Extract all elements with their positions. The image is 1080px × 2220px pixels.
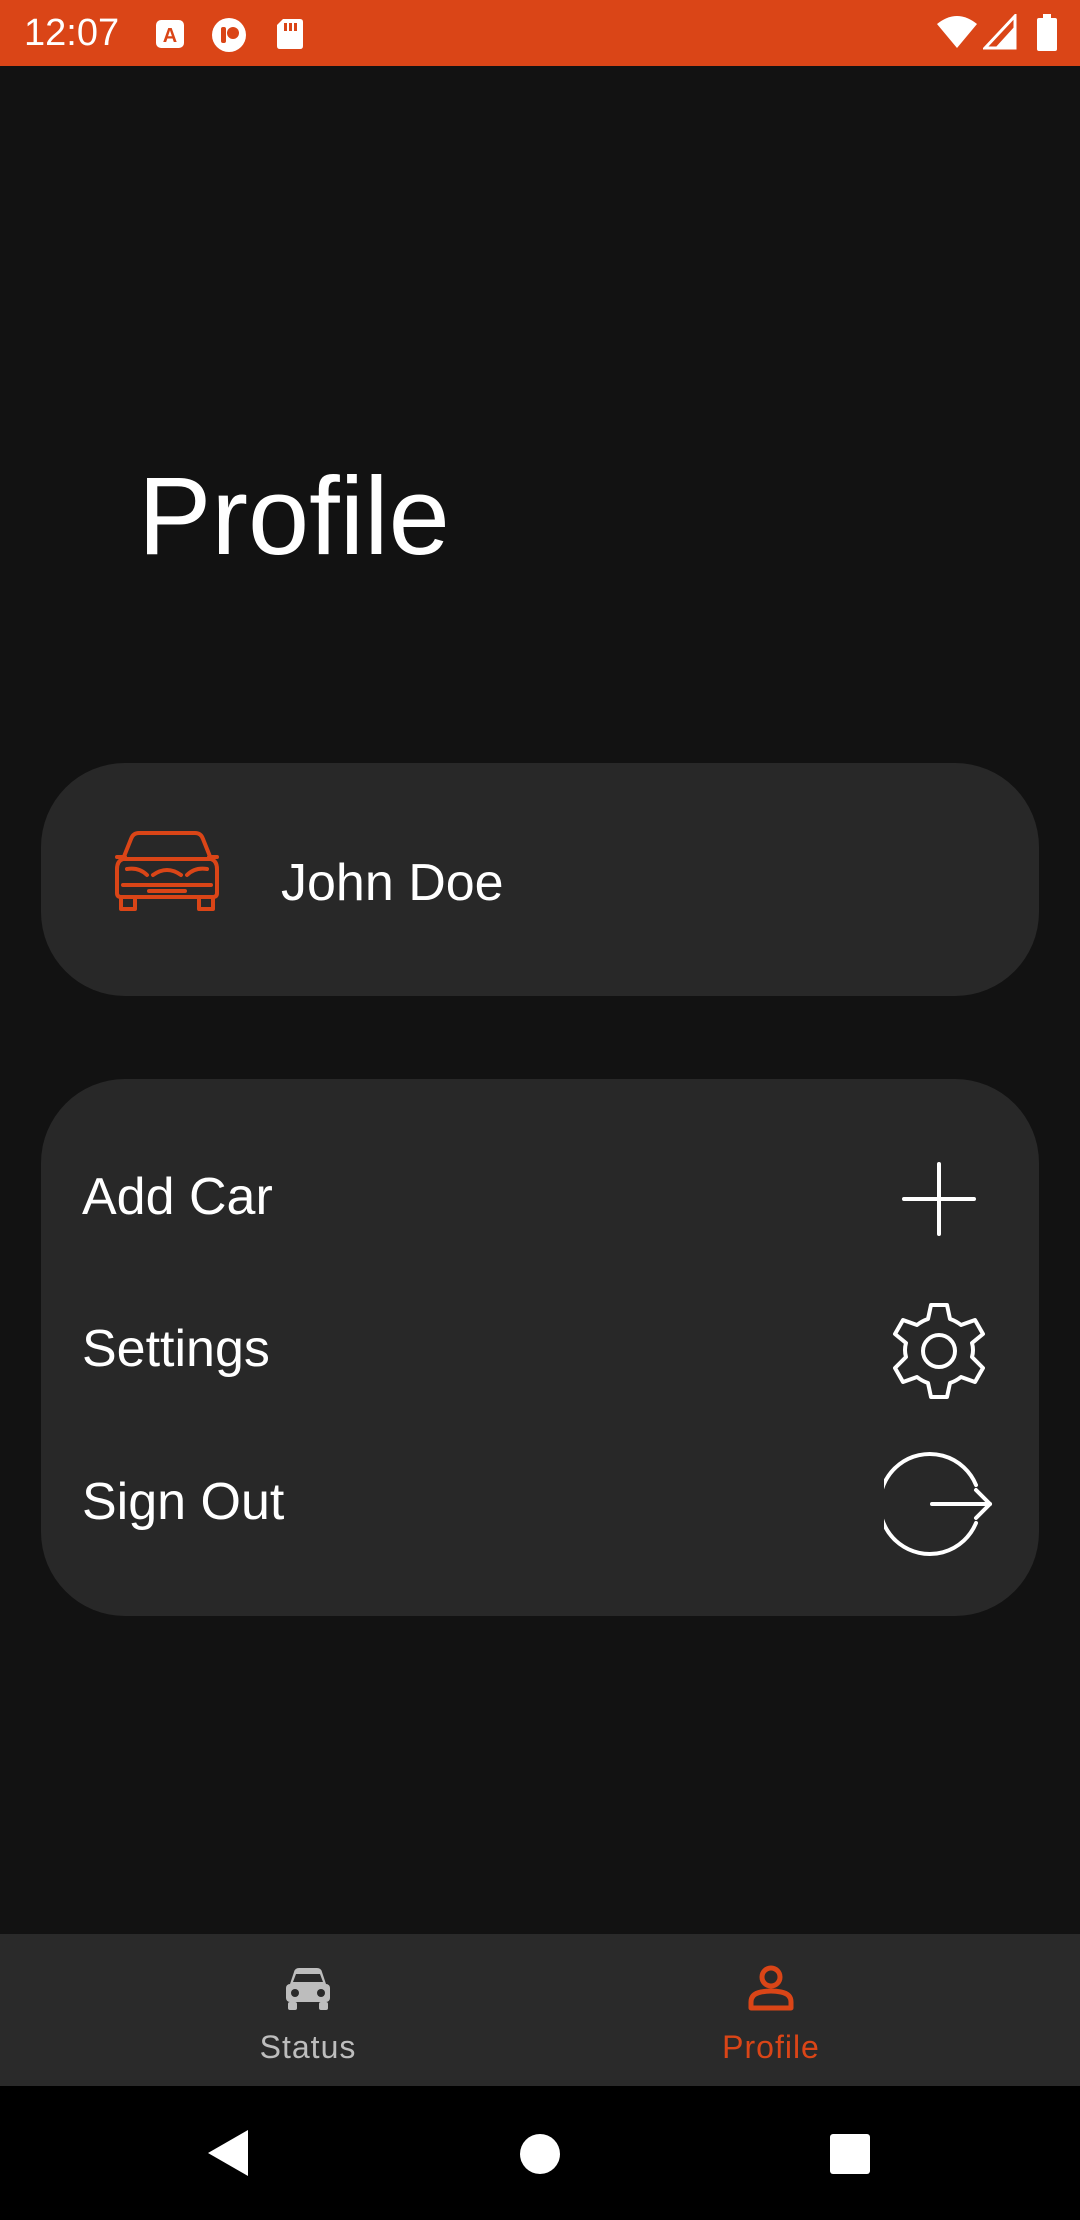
menu-card: Add Car Settings Sign Out — [41, 1079, 1039, 1616]
add-car-item[interactable]: Add Car — [41, 1124, 1039, 1274]
sign-out-item[interactable]: Sign Out — [41, 1429, 1039, 1579]
recents-icon[interactable] — [829, 2133, 871, 2180]
profile-screen: 12:07 A Profile John Doe Add Car Setting… — [0, 0, 1080, 2220]
sd-card-icon — [272, 16, 308, 52]
svg-text:A: A — [163, 25, 177, 47]
settings-label: Settings — [82, 1320, 270, 1378]
a-app-icon: A — [152, 16, 188, 52]
car-icon — [113, 825, 221, 913]
gear-icon — [884, 1296, 994, 1406]
status-bar: 12:07 A — [0, 0, 1080, 66]
media-icon — [210, 16, 246, 52]
home-icon[interactable] — [519, 2133, 561, 2180]
bottom-navigation: Status Profile — [0, 1934, 1080, 2086]
user-name: John Doe — [281, 854, 504, 912]
nav-item-profile[interactable]: Profile — [621, 1934, 921, 2086]
plus-icon — [884, 1144, 994, 1254]
wifi-icon — [935, 14, 979, 55]
status-time: 12:07 — [24, 12, 120, 54]
system-navigation-bar — [0, 2086, 1080, 2220]
person-icon — [745, 1962, 797, 2014]
nav-label-profile: Profile — [722, 2029, 820, 2065]
page-title: Profile — [138, 455, 450, 578]
add-car-label: Add Car — [82, 1168, 273, 1226]
nav-item-status[interactable]: Status — [158, 1934, 458, 2086]
sign-out-label: Sign Out — [82, 1473, 285, 1531]
battery-icon — [1036, 14, 1058, 57]
user-card[interactable]: John Doe — [41, 763, 1039, 996]
car-icon — [282, 1962, 334, 2014]
sign-out-icon — [877, 1449, 994, 1559]
signal-icon — [981, 12, 1017, 55]
back-icon[interactable] — [204, 2128, 250, 2183]
nav-label-status: Status — [259, 2029, 357, 2065]
settings-item[interactable]: Settings — [41, 1276, 1039, 1426]
